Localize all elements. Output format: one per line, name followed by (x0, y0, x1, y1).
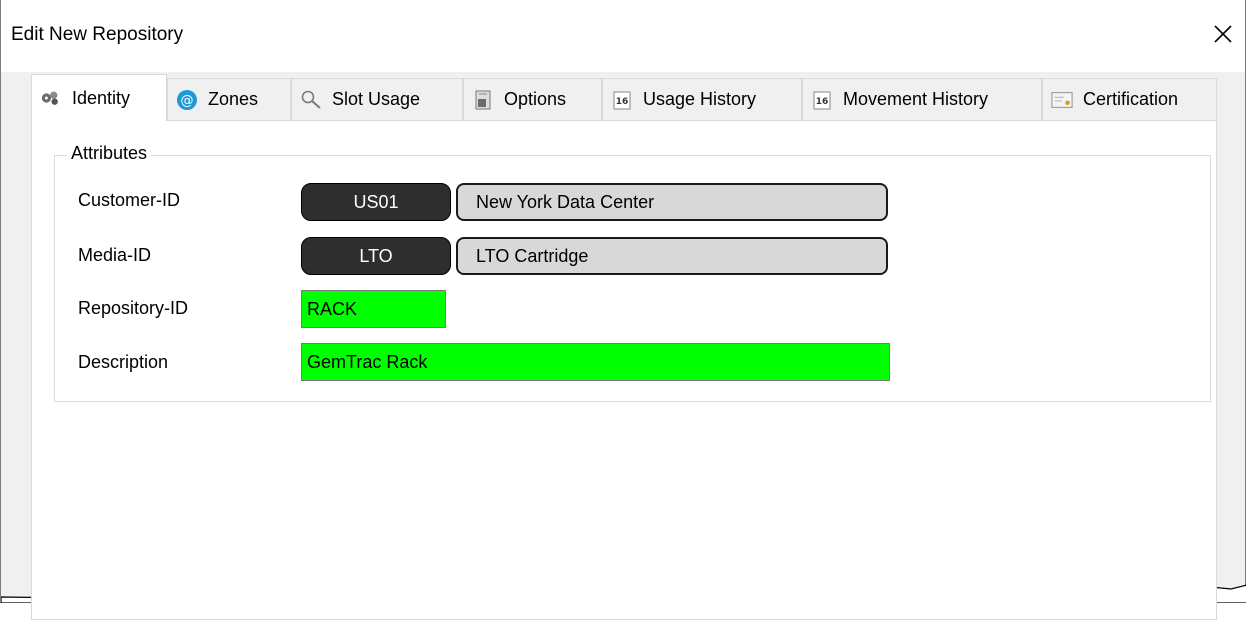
tab-certification[interactable]: Certification (1042, 78, 1217, 120)
tab-identity-label: Identity (72, 87, 131, 108)
at-sign-icon: @ (176, 89, 198, 111)
options-icon (472, 89, 494, 111)
identity-tab-panel: Attributes Customer-ID US01 New York Dat… (31, 120, 1217, 620)
calendar-icon: 16 (811, 89, 833, 111)
media-id-description-value: LTO Cartridge (476, 245, 589, 266)
media-id-description[interactable]: LTO Cartridge (456, 237, 888, 275)
tab-movement-history[interactable]: 16 Movement History (802, 78, 1042, 120)
certificate-icon (1051, 89, 1073, 111)
repository-id-input[interactable]: RACK (301, 290, 446, 328)
repository-id-label: Repository-ID (78, 298, 189, 318)
close-button[interactable] (1201, 12, 1245, 56)
edit-repository-window: Edit New Repository Identity @ Zones Slo… (0, 0, 1246, 620)
tab-options-label: Options (504, 89, 567, 109)
attributes-group-label: Attributes (67, 143, 152, 164)
tab-usage-history-label: Usage History (643, 89, 757, 109)
tab-certification-label: Certification (1083, 89, 1179, 109)
media-id-code-value: LTO (359, 245, 393, 266)
tab-zones[interactable]: @ Zones (167, 78, 291, 120)
customer-id-description[interactable]: New York Data Center (456, 183, 888, 221)
description-input[interactable]: GemTrac Rack (301, 343, 890, 381)
tab-movement-history-label: Movement History (843, 89, 989, 109)
window-title: Edit New Repository (11, 24, 184, 45)
calendar-icon: 16 (611, 89, 633, 111)
customer-id-code-value: US01 (353, 191, 399, 212)
svg-text:16: 16 (616, 97, 629, 107)
media-id-label: Media-ID (78, 245, 152, 265)
title-bar: Edit New Repository (1, 0, 1245, 72)
customer-id-label: Customer-ID (78, 190, 181, 210)
tab-strip: Identity @ Zones Slot Usage Options 16 U… (31, 74, 1217, 121)
tab-zones-label: Zones (208, 89, 259, 109)
magnifier-icon (300, 89, 322, 111)
customer-id-description-value: New York Data Center (476, 191, 655, 212)
customer-id-code[interactable]: US01 (301, 183, 451, 221)
description-label: Description (78, 352, 169, 372)
tab-identity[interactable]: Identity (31, 74, 167, 121)
tab-options[interactable]: Options (463, 78, 602, 120)
svg-text:16: 16 (816, 97, 829, 107)
svg-text:@: @ (181, 93, 194, 108)
close-icon (1214, 25, 1232, 43)
tab-usage-history[interactable]: 16 Usage History (602, 78, 802, 120)
media-id-code[interactable]: LTO (301, 237, 451, 275)
gear-cluster-icon (40, 87, 62, 109)
tab-slot-usage[interactable]: Slot Usage (291, 78, 463, 120)
tab-slot-usage-label: Slot Usage (332, 89, 421, 109)
